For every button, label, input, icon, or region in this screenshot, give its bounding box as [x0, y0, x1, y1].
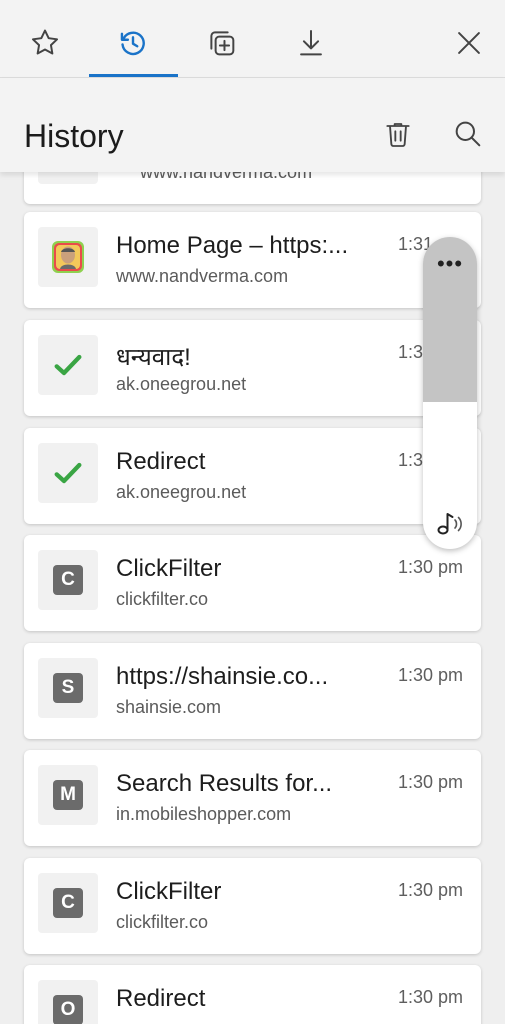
- music-note-icon[interactable]: [433, 507, 467, 539]
- favicon-letter: O: [53, 995, 83, 1024]
- favicon: O: [38, 980, 98, 1024]
- item-time: 1:30 pm: [397, 665, 463, 685]
- download-icon: [300, 29, 322, 56]
- history-item[interactable]: O Redirect 1:30 pm: [24, 965, 481, 1024]
- hub-tab-bar: [0, 0, 505, 78]
- item-url: www.nandverma.com: [140, 172, 313, 182]
- search-button[interactable]: [450, 116, 486, 152]
- item-url: in.mobileshopper.com: [116, 804, 292, 824]
- history-item[interactable]: M Search Results for... in.mobileshopper…: [24, 750, 481, 846]
- profile-photo-icon: [52, 241, 84, 273]
- close-icon: [458, 32, 480, 54]
- clear-history-button[interactable]: [380, 116, 416, 152]
- tab-history[interactable]: [108, 18, 158, 68]
- item-title: Search Results for...: [116, 770, 333, 797]
- item-title: धन्यवाद!: [116, 344, 191, 371]
- history-item[interactable]: Home Page – https:... www.nandverma.com …: [24, 212, 481, 308]
- floating-media-widget[interactable]: •••: [423, 237, 477, 549]
- history-item[interactable]: S https://shainsie.co... shainsie.com 1:…: [24, 643, 481, 739]
- search-icon: [455, 121, 481, 147]
- favicon: C: [38, 873, 98, 933]
- favicon: [38, 227, 98, 287]
- item-url: clickfilter.co: [116, 589, 209, 609]
- tab-collections[interactable]: [197, 18, 247, 68]
- page-title: History: [24, 118, 124, 154]
- history-icon: [120, 31, 145, 56]
- item-title: Redirect: [116, 448, 206, 475]
- tab-favorites[interactable]: [20, 18, 70, 68]
- close-button[interactable]: [444, 18, 494, 68]
- favicon: [38, 172, 98, 184]
- favicon: C: [38, 550, 98, 610]
- favicon: S: [38, 658, 98, 718]
- history-item[interactable]: C ClickFilter clickfilter.co 1:30 pm: [24, 535, 481, 631]
- history-item[interactable]: Redirect ak.oneegrou.net 1:30 pm: [24, 428, 481, 524]
- favicon: M: [38, 765, 98, 825]
- item-url: shainsie.com: [116, 697, 222, 717]
- item-url: ak.oneegrou.net: [116, 482, 247, 502]
- item-title: ClickFilter: [116, 878, 222, 905]
- item-url: clickfilter.co: [116, 912, 209, 932]
- favicon: [38, 443, 98, 503]
- item-url: www.nandverma.com: [116, 266, 289, 286]
- star-icon: [31, 29, 59, 55]
- checkmark-icon: [54, 354, 82, 376]
- item-time: 1:30 pm: [397, 557, 463, 577]
- active-tab-indicator: [89, 74, 178, 77]
- favicon-letter: C: [53, 565, 83, 595]
- item-title: ClickFilter: [116, 555, 222, 582]
- favicon-letter: S: [53, 673, 83, 703]
- checkmark-icon: [54, 462, 82, 484]
- history-item-partial[interactable]: www.nandverma.com: [24, 172, 481, 204]
- item-time: 1:30 pm: [397, 880, 463, 900]
- favicon-letter: C: [53, 888, 83, 918]
- history-item[interactable]: धन्यवाद! ak.oneegrou.net 1:30 pm: [24, 320, 481, 416]
- history-item[interactable]: C ClickFilter clickfilter.co 1:30 pm: [24, 858, 481, 954]
- favicon: [38, 335, 98, 395]
- item-title: Home Page – https:...: [116, 232, 349, 259]
- trash-icon: [386, 123, 410, 147]
- more-options-icon[interactable]: •••: [423, 253, 477, 275]
- history-header: History: [0, 78, 505, 172]
- item-title: https://shainsie.co...: [116, 663, 329, 690]
- tab-downloads[interactable]: [286, 18, 336, 68]
- item-url: ak.oneegrou.net: [116, 374, 247, 394]
- item-time: 1:30 pm: [397, 987, 463, 1007]
- item-title: Redirect: [116, 985, 206, 1012]
- favicon-letter: M: [53, 780, 83, 810]
- item-time: 1:30 pm: [397, 772, 463, 792]
- collections-icon: [210, 31, 235, 56]
